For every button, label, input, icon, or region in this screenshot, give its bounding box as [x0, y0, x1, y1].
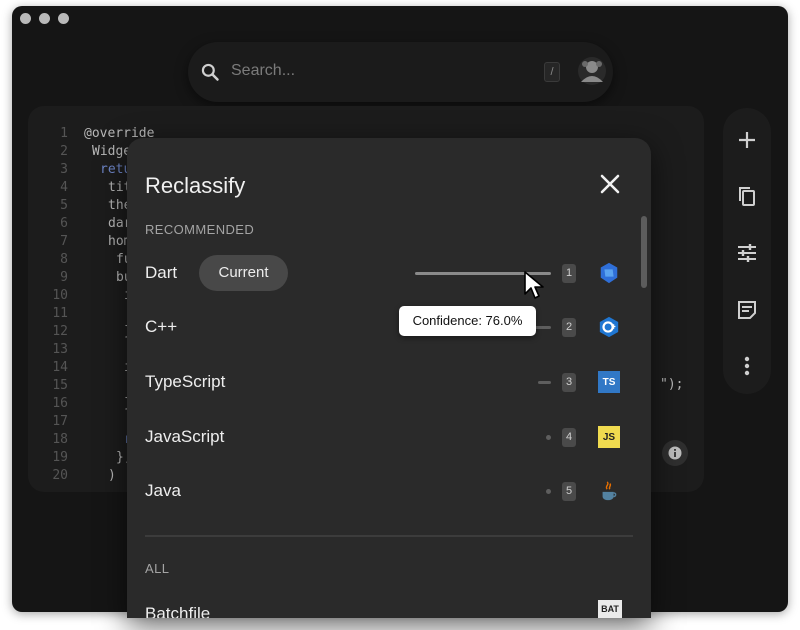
more-vert-icon	[744, 356, 750, 376]
mouse-cursor-icon	[524, 271, 544, 299]
code-line: 16}	[52, 396, 131, 411]
java-icon	[602, 481, 617, 501]
shortcut-badge: 3	[562, 373, 576, 392]
all-section-label: ALL	[145, 561, 170, 576]
cpp-icon	[599, 316, 619, 338]
language-option-cpp[interactable]: C++ 2	[127, 303, 631, 351]
confidence-tooltip: Confidence: 76.0%	[399, 306, 536, 336]
maximize-window-button[interactable]	[58, 13, 69, 24]
language-name: JavaScript	[145, 427, 225, 446]
code-line: 12}	[52, 324, 131, 339]
side-toolbar	[723, 108, 771, 394]
add-button[interactable]	[735, 128, 759, 152]
confidence-bar	[538, 381, 551, 384]
search-input[interactable]: Search...	[231, 62, 295, 80]
close-window-button[interactable]	[20, 13, 31, 24]
notes-button[interactable]	[735, 298, 759, 322]
dart-icon	[600, 262, 618, 284]
dialog-title: Reclassify	[145, 173, 246, 198]
code-line: 14i	[52, 360, 131, 375]
language-name: Batchfile	[145, 604, 211, 618]
search-icon	[201, 63, 219, 81]
copy-button[interactable]	[735, 184, 759, 208]
info-button[interactable]	[662, 440, 688, 466]
language-option-typescript[interactable]: TypeScript 3 TS	[127, 358, 631, 406]
reclassify-dialog: Reclassify RECOMMENDED Dart Current 1 C+…	[127, 138, 651, 618]
language-option-java[interactable]: Java 5	[127, 467, 631, 515]
code-line: 11	[52, 306, 68, 321]
shortcut-badge: 4	[562, 428, 576, 447]
confidence-bar	[546, 435, 551, 440]
recommended-section-label: RECOMMENDED	[145, 222, 255, 237]
language-option-batchfile[interactable]: Batchfile	[127, 590, 631, 618]
shortcut-badge: 2	[562, 318, 576, 337]
batchfile-icon: BAT	[598, 600, 622, 618]
code-line: 2 Widget	[60, 144, 139, 159]
sliders-icon	[738, 244, 756, 262]
javascript-icon: JS	[598, 426, 620, 448]
shortcut-badge: 5	[562, 482, 576, 501]
language-name: Java	[145, 481, 181, 500]
code-line: 10i	[52, 288, 131, 303]
code-line: 19},	[52, 450, 132, 465]
dialog-scrollbar[interactable]	[641, 216, 647, 288]
code-line: 8 fu	[60, 252, 132, 267]
copy-icon	[739, 187, 755, 206]
code-line: 6 dark	[60, 216, 140, 231]
typescript-icon: TS	[598, 371, 620, 393]
code-line: 17	[52, 414, 68, 429]
section-divider	[145, 535, 633, 537]
shortcut-badge: 1	[562, 264, 576, 283]
adjust-button[interactable]	[735, 241, 759, 265]
more-button[interactable]	[735, 354, 759, 378]
search-bar[interactable]: Search... /	[188, 42, 613, 102]
code-line: 9 bu	[60, 270, 132, 285]
plus-icon	[739, 132, 755, 148]
current-chip: Current	[199, 255, 288, 291]
search-shortcut-key: /	[544, 62, 560, 82]
confidence-bar	[546, 489, 551, 494]
code-line: 18r	[52, 432, 131, 447]
language-option-javascript[interactable]: JavaScript 4 JS	[127, 413, 631, 461]
language-name: C++	[145, 317, 178, 336]
avatar-icon[interactable]	[577, 56, 607, 86]
code-line-fragment: ");	[660, 377, 684, 392]
code-line: 13	[52, 342, 68, 357]
code-line: 20)	[52, 468, 116, 483]
close-icon[interactable]	[599, 173, 621, 195]
language-name: Dart	[145, 263, 178, 282]
note-icon	[738, 301, 756, 319]
minimize-window-button[interactable]	[39, 13, 50, 24]
language-option-dart[interactable]: Dart Current 1	[127, 249, 631, 297]
code-line: 15	[52, 378, 68, 393]
code-line: 7 home	[60, 234, 140, 249]
language-name: TypeScript	[145, 372, 226, 391]
info-icon	[668, 446, 682, 460]
window-controls	[20, 13, 69, 24]
